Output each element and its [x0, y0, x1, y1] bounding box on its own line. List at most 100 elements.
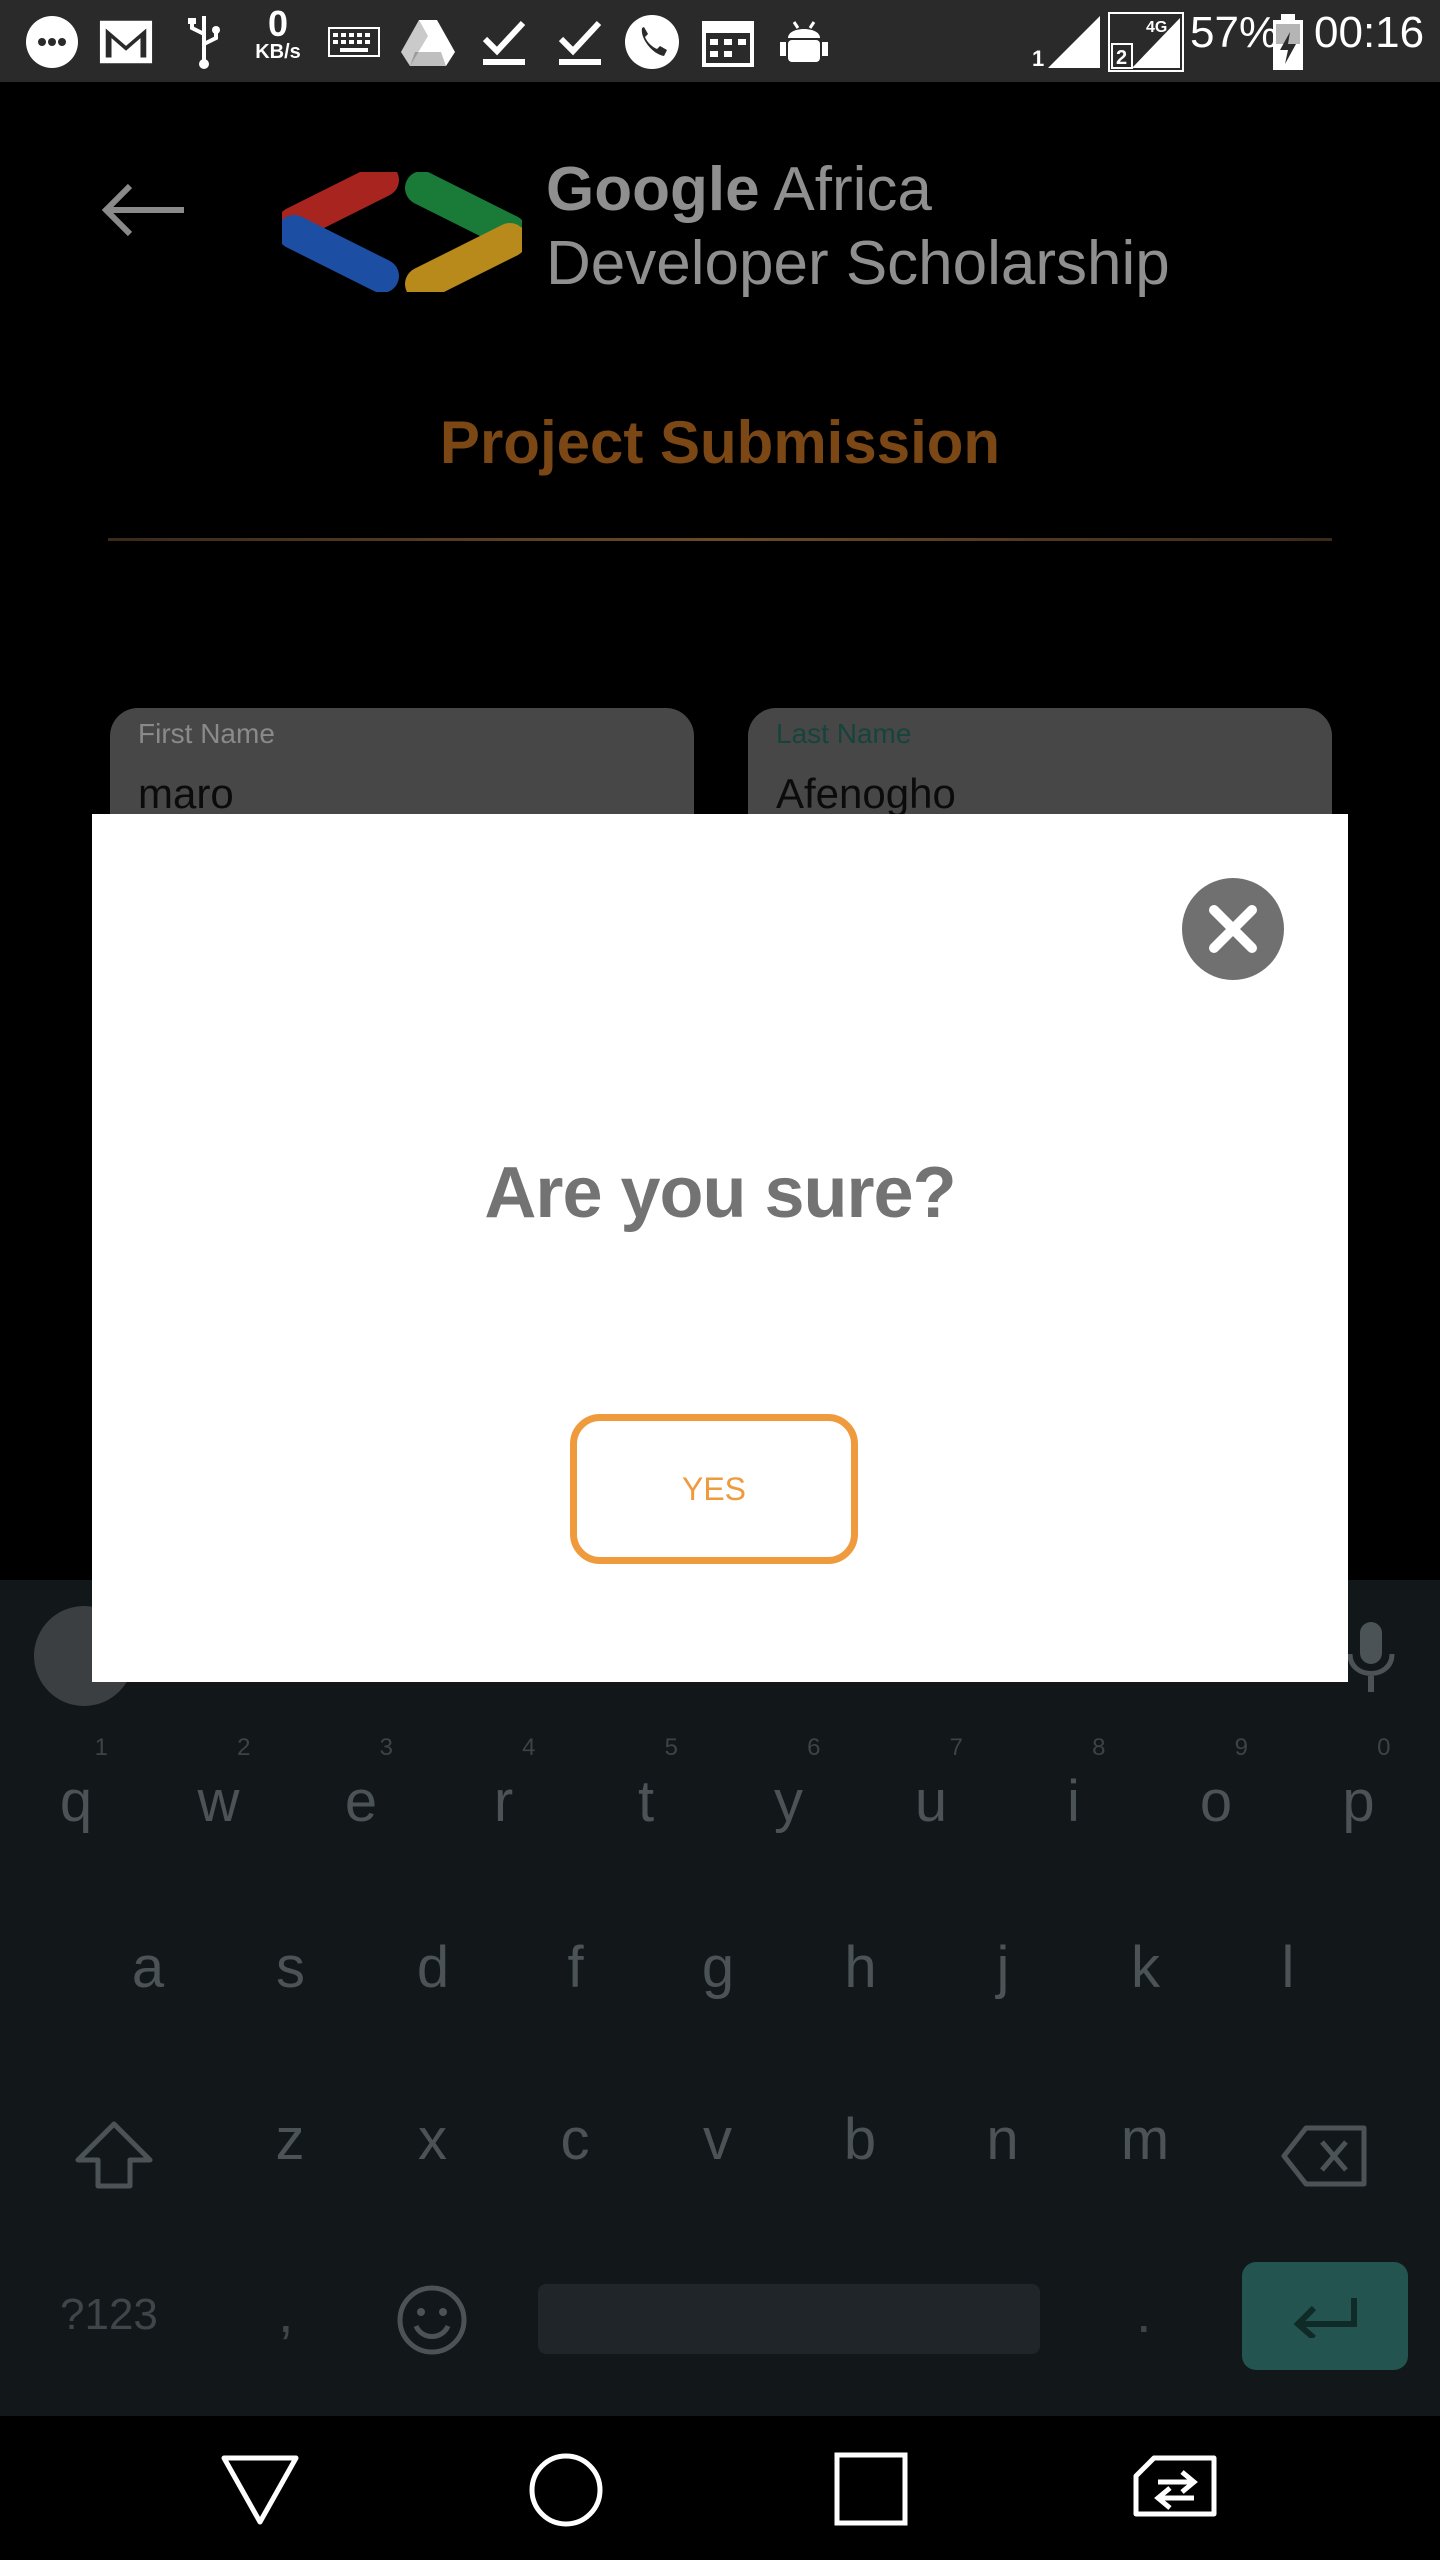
- title-divider: [108, 538, 1332, 541]
- key-hint: 3: [379, 1734, 393, 1761]
- key-a[interactable]: a: [88, 1934, 208, 2001]
- key-hint: 7: [949, 1734, 963, 1761]
- close-button[interactable]: [1182, 878, 1284, 980]
- key-r[interactable]: 4r: [444, 1734, 564, 1835]
- sim1-label: 1: [1032, 46, 1044, 70]
- network-speed-unit: KB/s: [255, 41, 301, 63]
- key-v[interactable]: v: [658, 2106, 778, 2173]
- key-f[interactable]: f: [516, 1934, 636, 2001]
- key-q[interactable]: 1q: [16, 1734, 136, 1835]
- key-e[interactable]: 3e: [301, 1734, 421, 1835]
- home-nav-icon[interactable]: [528, 2452, 604, 2533]
- enter-arrow-icon: [1293, 2298, 1357, 2338]
- brand-google: Google: [546, 155, 760, 224]
- key-k[interactable]: k: [1086, 1934, 1206, 2001]
- network-speed-value: 0: [267, 3, 289, 44]
- key-x[interactable]: x: [373, 2106, 493, 2173]
- key-hint: 4: [522, 1734, 536, 1761]
- gads-logo-icon: [277, 163, 527, 301]
- key-w[interactable]: 2w: [159, 1734, 279, 1835]
- network-speed: 0 KB/s: [246, 3, 310, 63]
- key-label: w: [197, 1769, 240, 1834]
- key-label: t: [637, 1769, 655, 1834]
- comma-key[interactable]: ,: [278, 2280, 294, 2345]
- signal-4g-icon: 2 4G: [1108, 12, 1184, 77]
- calendar-icon: [700, 14, 756, 70]
- signal-icon: 1: [1030, 14, 1100, 75]
- key-m[interactable]: m: [1085, 2106, 1205, 2173]
- battery-charging-icon: [1272, 14, 1304, 75]
- messenger-icon: [24, 14, 80, 70]
- key-hint: 6: [807, 1734, 821, 1761]
- battery-percent: 57%: [1190, 8, 1279, 57]
- android-debug-icon: [776, 14, 832, 70]
- key-l[interactable]: l: [1228, 1934, 1348, 2001]
- status-bar: 0 KB/s 1 2 4G 57% 00:16: [0, 0, 1440, 82]
- period-key[interactable]: .: [1136, 2280, 1152, 2345]
- key-hint: 2: [237, 1734, 251, 1761]
- key-label: r: [493, 1769, 514, 1834]
- shift-key-icon[interactable]: [74, 2120, 154, 2195]
- first-name-value: maro: [138, 770, 234, 817]
- back-arrow-icon[interactable]: [100, 182, 186, 243]
- key-b[interactable]: b: [800, 2106, 920, 2173]
- key-c[interactable]: c: [515, 2106, 635, 2173]
- space-key[interactable]: [538, 2284, 1040, 2354]
- last-name-label: Last Name: [776, 718, 912, 749]
- phone-icon: [624, 14, 680, 70]
- key-p[interactable]: 0p: [1299, 1734, 1419, 1835]
- key-hint: 1: [94, 1734, 108, 1761]
- key-g[interactable]: g: [658, 1934, 778, 2001]
- key-label: p: [1342, 1769, 1375, 1834]
- key-j[interactable]: j: [943, 1934, 1063, 2001]
- dialog-title: Are you sure?: [484, 1153, 956, 1233]
- key-y[interactable]: 6y: [729, 1734, 849, 1835]
- mic-icon[interactable]: [1346, 1620, 1396, 1699]
- first-name-label: First Name: [138, 718, 275, 749]
- recents-nav-icon[interactable]: [834, 2452, 908, 2531]
- key-label: u: [914, 1769, 948, 1834]
- enter-key[interactable]: [1242, 2262, 1408, 2370]
- brand-subtitle: Developer Scholarship: [546, 229, 1170, 298]
- key-label: y: [774, 1769, 803, 1834]
- backspace-key-icon[interactable]: [1280, 2124, 1368, 2193]
- navigation-bar: [0, 2416, 1440, 2560]
- back-nav-icon[interactable]: [220, 2452, 300, 2531]
- yes-button[interactable]: YES: [570, 1414, 858, 1564]
- brand-title: Google Africa: [546, 154, 932, 225]
- key-o[interactable]: 9o: [1156, 1734, 1276, 1835]
- key-hint: 9: [1234, 1734, 1248, 1761]
- key-t[interactable]: 5t: [586, 1734, 706, 1835]
- key-label: q: [59, 1769, 93, 1834]
- usb-icon: [176, 14, 232, 70]
- check-icon: [476, 14, 532, 70]
- sim2-label: 2: [1116, 47, 1127, 69]
- key-n[interactable]: n: [943, 2106, 1063, 2173]
- key-z[interactable]: z: [230, 2106, 350, 2173]
- clock: 00:16: [1314, 8, 1425, 57]
- close-icon: [1209, 905, 1257, 953]
- brand-africa: Africa: [759, 155, 932, 224]
- key-hint: 5: [664, 1734, 678, 1761]
- key-i[interactable]: 8i: [1014, 1734, 1134, 1835]
- keyboard-icon: [326, 14, 382, 70]
- switch-sim-icon[interactable]: [1130, 2452, 1222, 2527]
- key-s[interactable]: s: [231, 1934, 351, 2001]
- check-icon: [552, 14, 608, 70]
- key-label: i: [1067, 1769, 1080, 1834]
- gmail-icon: [98, 14, 154, 70]
- network-type-label: 4G: [1146, 19, 1167, 36]
- key-hint: 0: [1377, 1734, 1391, 1761]
- keyboard: 1q2w3e4r5t6y7u8i9o0p asdfghjkl zxcvbnm ?…: [0, 1580, 1440, 2416]
- key-h[interactable]: h: [801, 1934, 921, 2001]
- key-d[interactable]: d: [373, 1934, 493, 2001]
- confirm-dialog: Are you sure? YES: [92, 814, 1348, 1682]
- key-u[interactable]: 7u: [871, 1734, 991, 1835]
- symbols-key[interactable]: ?123: [60, 2290, 158, 2340]
- key-label: o: [1199, 1769, 1233, 1834]
- emoji-key-icon[interactable]: [396, 2284, 468, 2361]
- page-title: Project Submission: [439, 409, 1001, 476]
- drive-icon: [400, 14, 456, 70]
- key-label: e: [344, 1769, 378, 1834]
- last-name-value: Afenogho: [776, 770, 956, 817]
